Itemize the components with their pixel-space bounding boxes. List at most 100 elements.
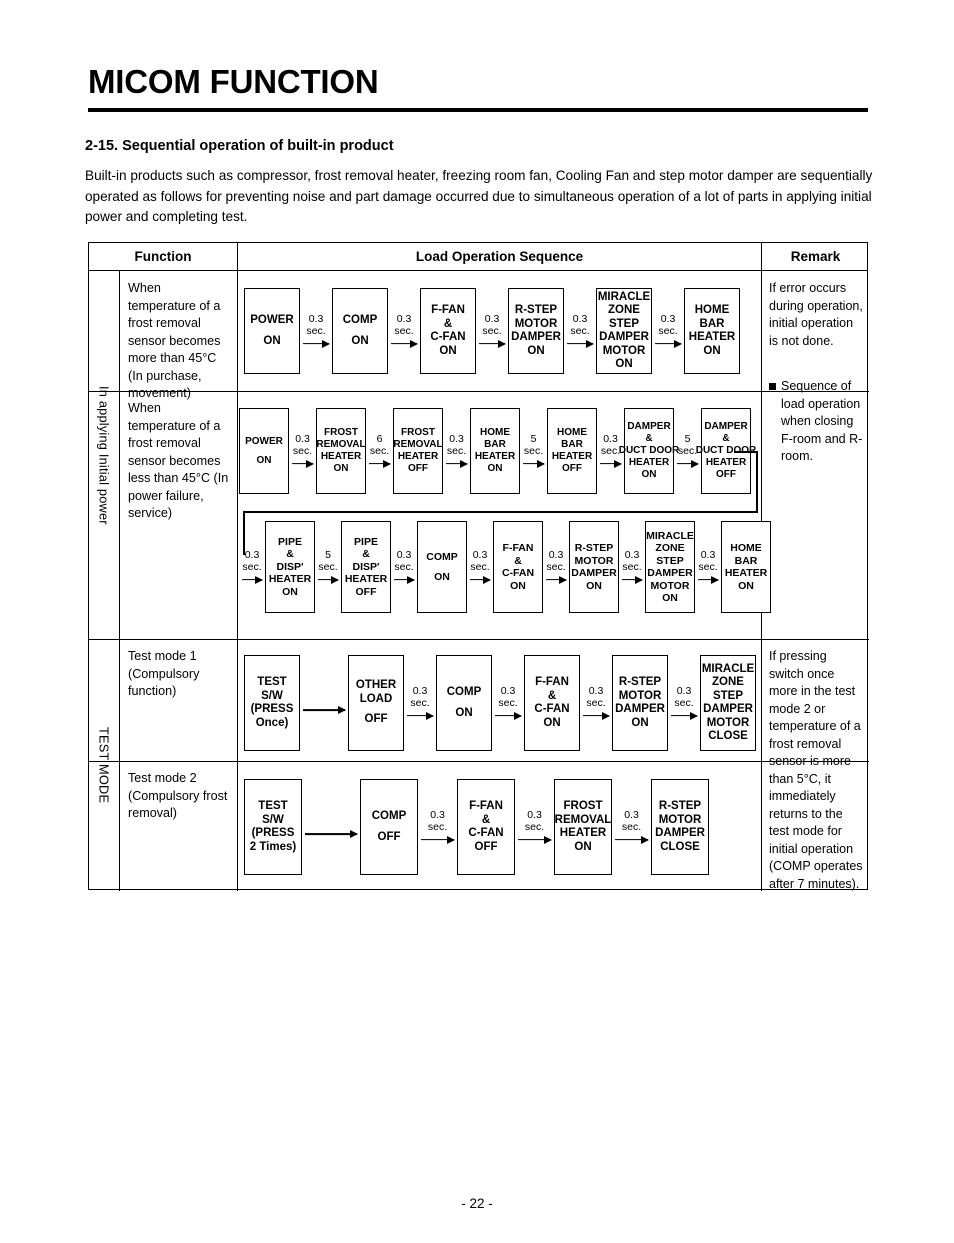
flow-node-line: STEP — [712, 689, 744, 702]
flow-node-line: & — [645, 433, 653, 444]
flow-arrow: 0.3 sec. — [239, 549, 265, 584]
flow-node-line: S/W — [261, 689, 283, 702]
flow-node-line: STEP — [608, 317, 640, 330]
flow-node-line: ON — [282, 585, 298, 598]
flow-diagram-row4: TEST S/W (PRESS 2 Times) COMP OFF 0.3 sec. F-FA… — [244, 775, 709, 879]
sequence-table: Function Load Operation Sequence Remark … — [88, 242, 869, 891]
remark-text: If pressing switch once more in the test… — [769, 649, 863, 891]
flow-node-line: REMOVAL — [554, 813, 612, 826]
flow-node-line: C-FAN — [501, 567, 535, 579]
flow-arrow-label: 0.3 sec. — [482, 313, 502, 337]
flow-arrow-label: 6 sec. — [369, 433, 390, 457]
flow-arrow: 0.3 sec. — [619, 549, 645, 584]
flow-arrow-shaft — [407, 711, 433, 720]
flow-arrow-shaft — [671, 711, 697, 720]
flow-node-line: & — [443, 317, 453, 330]
flow-node-line: MOTOR — [618, 689, 662, 702]
function-cell-row4: Test mode 2 (Compulsory frost removal) — [128, 771, 228, 820]
flow-node-line: HEATER — [551, 451, 593, 462]
function-cell-row1: When temperature of a frost removal sens… — [128, 281, 221, 400]
flow-diagram-row2-line1: POWER ON 0.3 sec. FROST REMOVAL HEATER ON 6 sec. F… — [239, 403, 756, 499]
flow-node-line: ON — [256, 454, 272, 466]
flow-arrow-label: 0.3 sec. — [470, 549, 490, 573]
flow-arrow — [300, 692, 348, 715]
flow-node: POWER ON — [239, 408, 289, 494]
flow-node-line: BAR — [699, 317, 725, 330]
flow-arrow: 0.3 sec. — [443, 433, 470, 468]
flow-node-line: ZONE — [655, 542, 685, 554]
flow-arrow-shaft — [495, 711, 521, 720]
flow-arrow: 0.3 sec. — [668, 685, 700, 720]
table-header-row: Function Load Operation Sequence Remark — [89, 243, 867, 271]
flow-node-line: DAMPER — [703, 703, 753, 715]
flow-arrow-label: 0.3 sec. — [698, 549, 718, 573]
flow-node: POWER ON — [244, 288, 300, 374]
flow-node-line: HEATER — [344, 573, 388, 586]
flow-node-line: BAR — [734, 554, 758, 567]
flow-arrow-label: 0.3 sec. — [242, 549, 262, 573]
flow-node-line: (PRESS — [250, 703, 294, 715]
flow-arrow-shaft — [677, 459, 698, 468]
remark-bullet: Sequence of load operation when closing … — [769, 378, 863, 466]
flow-node: MIRACLE ZONE STEP DAMPER MOTOR ON — [645, 521, 695, 613]
flow-node-line: & — [481, 813, 491, 826]
flow-arrow-shaft — [546, 575, 566, 584]
flow-node-line: COMP — [426, 551, 458, 563]
flow-node-line: MOTOR — [706, 716, 750, 729]
flow-node-line: ON — [543, 716, 561, 729]
flow-node: FROST REMOVAL HEATER ON — [554, 779, 612, 875]
flow-arrow: 0.3 sec. — [564, 313, 596, 348]
flow-node-line: DAMPER — [599, 331, 649, 343]
flow-node-line: (PRESS — [251, 827, 295, 839]
flow-node-line: HEATER — [268, 573, 312, 586]
flow-node-line: OFF — [364, 713, 388, 726]
flow-node-line: DISP' — [352, 560, 380, 573]
flow-node-line: ON — [351, 334, 369, 347]
flow-arrow-shaft — [394, 575, 414, 584]
flow-arrow: 0.3 sec. — [289, 433, 316, 468]
flow-node-line: HOME — [480, 427, 510, 438]
function-cell-row2: When temperature of a frost removal sens… — [128, 401, 229, 520]
flow-arrow-shaft — [615, 835, 648, 844]
section-heading: 2-15. Sequential operation of built-in p… — [85, 138, 394, 154]
flow-node-line: OTHER — [355, 679, 397, 692]
flow-node: COMP ON — [417, 521, 467, 613]
flow-node-line: TEST — [257, 676, 287, 688]
flow-node: COMP ON — [436, 655, 492, 751]
flow-node-line: HEATER — [724, 567, 768, 579]
flow-node-line: & — [722, 433, 730, 444]
flow-node-line: STEP — [656, 554, 684, 567]
flow-node-line: C-FAN — [468, 827, 504, 839]
flow-arrow-label: 0.3 sec. — [570, 313, 590, 337]
flow-node-line: C-FAN — [430, 331, 466, 343]
flow-node-line: ZONE — [608, 304, 640, 316]
flow-node-line: DAMPER — [655, 827, 705, 839]
flow-arrow-shaft — [318, 575, 338, 584]
flow-arrow-label: 0.3 sec. — [524, 809, 545, 833]
remark-cell-test-mode: If pressing switch once more in the test… — [761, 639, 869, 891]
flow-node-line: HEATER — [474, 451, 516, 462]
flow-arrow-shaft — [292, 459, 313, 468]
flow-node-line: HEATER — [559, 827, 607, 839]
page-title: MICOM FUNCTION — [88, 63, 379, 100]
flow-node: F-FAN & C-FAN ON — [420, 288, 476, 374]
flow-arrow-shaft — [567, 339, 593, 348]
flow-node-line: ON — [527, 344, 545, 357]
flow-node-line: DAMPER — [615, 703, 665, 715]
flow-arrow-label: 0.3 sec. — [586, 685, 606, 709]
flow-node-line: OFF — [716, 469, 736, 480]
column-header-sequence: Load Operation Sequence — [237, 243, 761, 270]
flow-node-line: F-FAN — [469, 800, 503, 812]
flow-arrow-shaft — [303, 339, 329, 348]
flow-node-line: R-STEP — [514, 304, 558, 316]
flow-node: HOME BAR HEATER ON — [721, 521, 771, 613]
flow-node-line: R-STEP — [574, 542, 614, 554]
flow-node: HOME BAR HEATER OFF — [547, 408, 597, 494]
flow-node-line: FROST — [324, 427, 358, 438]
flow-node-line: COMP — [342, 314, 378, 326]
flow-arrow-label: 5 sec. — [677, 433, 698, 457]
column-header-function: Function — [134, 249, 192, 264]
flow-node-line: DAMPER — [704, 421, 748, 432]
flow-node-line: ON — [455, 706, 473, 719]
flow-arrow: 0.3 sec. — [388, 313, 420, 348]
